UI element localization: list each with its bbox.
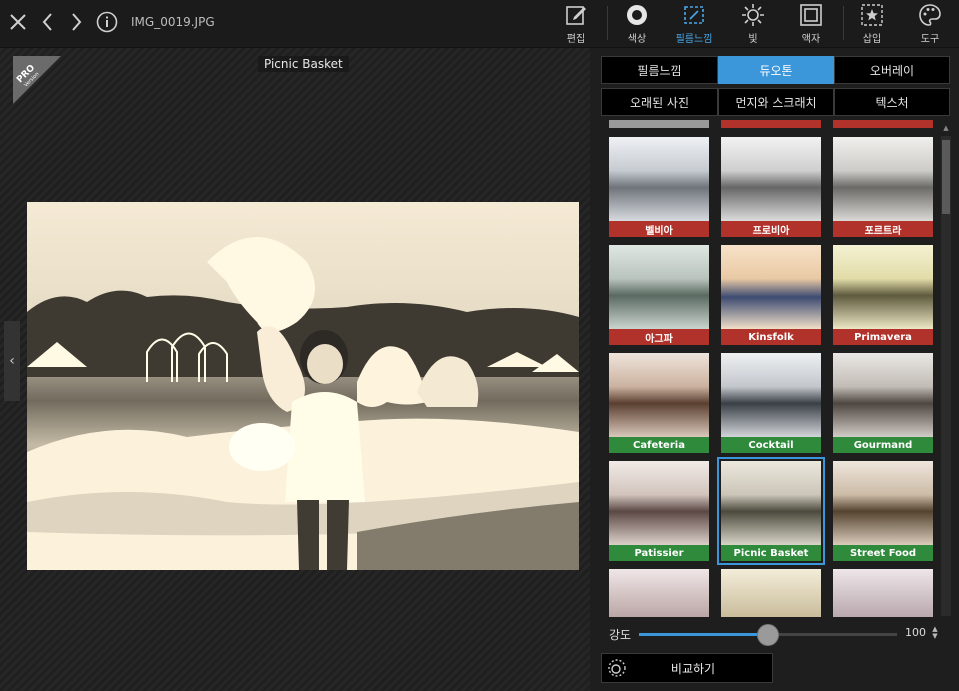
tab-old-photo[interactable]: 오래된 사진 — [601, 88, 718, 116]
filter-preview — [833, 245, 933, 329]
filter-thumb[interactable]: Primavera — [833, 245, 933, 345]
intensity-label: 강도 — [609, 628, 632, 642]
tool-label: 편집 — [566, 34, 586, 45]
filter-label: Street Food — [833, 545, 933, 561]
filter-label: Gourmand — [833, 437, 933, 453]
tool-label: 색상 — [627, 34, 647, 45]
palette-icon — [917, 2, 943, 28]
filter-thumb[interactable]: Gourmand — [833, 353, 933, 453]
next-icon[interactable] — [64, 10, 88, 34]
scroll-up-icon[interactable]: ▲ — [941, 124, 951, 134]
filter-label: Patissier — [609, 545, 709, 561]
edit-icon — [563, 2, 589, 28]
filter-label: Cocktail — [721, 437, 821, 453]
frame-icon — [798, 2, 824, 28]
filter-thumb[interactable]: Patissier — [609, 461, 709, 561]
filter-label: 포르트라 — [833, 221, 933, 237]
tool-label: 액자 — [801, 34, 821, 45]
filter-grid: 벨비아 프로비아 포르트라 아그파 Kinsfolk Primavera Caf… — [605, 120, 935, 617]
scrollbar-thumb[interactable] — [942, 140, 950, 214]
filter-preview — [609, 245, 709, 329]
sun-icon — [740, 2, 766, 28]
filter-preview — [609, 461, 709, 545]
filter-thumb[interactable]: Cocktail — [721, 353, 821, 453]
filter-preview — [609, 137, 709, 221]
previous-icon[interactable] — [36, 10, 60, 34]
filter-thumb[interactable]: Street Food — [833, 461, 933, 561]
filter-preview — [721, 137, 821, 221]
top-toolbar: IMG_0019.JPG 편집 색상 필름느낌 빛 액자 삽입 도구 — [0, 0, 959, 48]
compare-icon — [602, 658, 632, 678]
filter-label: 아그파 — [609, 329, 709, 345]
filter-thumb[interactable]: 포르트라 — [833, 137, 933, 237]
tool-film[interactable]: 필름느낌 — [671, 2, 717, 46]
intensity-handle[interactable] — [757, 624, 779, 646]
filter-thumb[interactable]: 프로비아 — [721, 137, 821, 237]
edited-photo — [27, 202, 579, 570]
intensity-stepper[interactable]: ▲ ▼ — [930, 626, 940, 640]
filter-preview — [609, 353, 709, 437]
tool-label: 도구 — [920, 34, 940, 45]
tool-tools[interactable]: 도구 — [907, 2, 953, 46]
filter-label: 벨비아 — [609, 221, 709, 237]
filter-preview — [721, 245, 821, 329]
intensity-fill — [639, 633, 768, 636]
tab-film[interactable]: 필름느낌 — [601, 56, 718, 84]
tool-edit[interactable]: 편집 — [553, 2, 599, 46]
tool-color[interactable]: 색상 — [614, 2, 660, 46]
color-circle-icon — [624, 2, 650, 28]
tab-overlay[interactable]: 오버레이 — [834, 56, 950, 84]
filter-caption: Picnic Basket — [258, 56, 349, 72]
tool-light[interactable]: 빛 — [730, 2, 776, 46]
filter-preview — [833, 137, 933, 221]
tab-texture[interactable]: 텍스처 — [834, 88, 950, 116]
filter-preview — [721, 461, 821, 545]
chevron-left-icon: ‹ — [9, 353, 15, 369]
filter-thumb[interactable]: 벨비아 — [609, 137, 709, 237]
tool-label: 빛 — [748, 34, 758, 45]
filter-label: Kinsfolk — [721, 329, 821, 345]
filter-preview — [833, 461, 933, 545]
film-icon — [681, 2, 707, 28]
tool-insert[interactable]: 삽입 — [849, 2, 895, 46]
compare-label: 비교하기 — [670, 661, 716, 676]
filter-scrollbar[interactable] — [941, 136, 951, 616]
filter-label: 프로비아 — [721, 221, 821, 237]
filter-thumb[interactable]: Kinsfolk — [721, 245, 821, 345]
filter-label: Picnic Basket — [721, 545, 821, 561]
toolbar-divider — [607, 6, 608, 40]
tool-label: 삽입 — [862, 34, 882, 45]
filter-preview — [721, 353, 821, 437]
photo-canvas: PRO Version Picnic Basket ‹ — [0, 48, 590, 691]
filter-label: Cafeteria — [609, 437, 709, 453]
tool-frame[interactable]: 액자 — [788, 2, 834, 46]
filter-thumb-selected[interactable]: Picnic Basket — [717, 457, 825, 565]
tool-label: 필름느낌 — [675, 34, 713, 45]
filter-label: Primavera — [833, 329, 933, 345]
collapse-left-button[interactable]: ‹ — [4, 321, 20, 401]
close-icon[interactable] — [6, 10, 30, 34]
toolbar-divider — [843, 6, 844, 40]
file-name: IMG_0019.JPG — [131, 15, 215, 29]
tab-duotone[interactable]: 듀오톤 — [718, 56, 834, 84]
filter-thumb[interactable]: Cafeteria — [609, 353, 709, 453]
intensity-value: 100 — [905, 626, 926, 639]
compare-button[interactable]: 비교하기 — [601, 653, 773, 683]
filter-thumb[interactable]: 아그파 — [609, 245, 709, 345]
insert-star-icon — [859, 2, 885, 28]
info-icon[interactable] — [95, 10, 119, 34]
pro-version-badge: PRO Version — [13, 56, 61, 104]
tab-dust-scratch[interactable]: 먼지와 스크래치 — [718, 88, 834, 116]
filter-preview — [833, 353, 933, 437]
